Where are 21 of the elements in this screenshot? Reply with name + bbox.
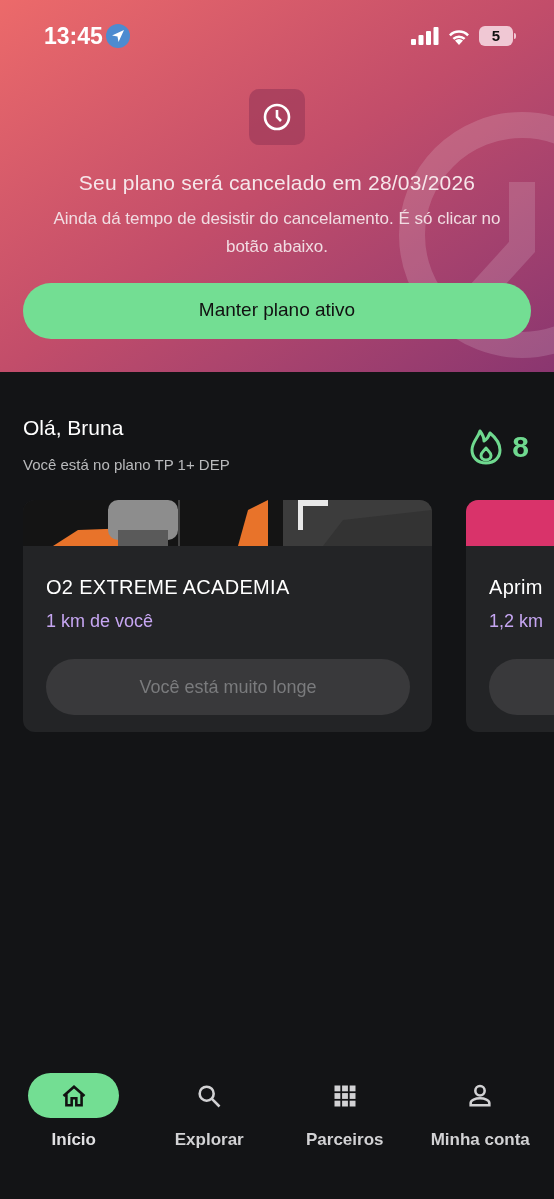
streak-count: 8 <box>512 429 529 465</box>
flame-icon <box>470 428 503 465</box>
gym-distance: 1 km de você <box>46 610 155 633</box>
banner-message: Ainda dá tempo de desistir do cancelamento. É só clicar no botão abaixo. <box>52 207 502 258</box>
keep-plan-button[interactable]: Manter plano ativo <box>23 282 531 339</box>
nav-tab[interactable]: Explorar <box>141 1073 277 1199</box>
battery-icon: 5 <box>479 26 513 46</box>
nav-tab[interactable]: Parceiros <box>277 1073 413 1199</box>
banner-title: Seu plano será cancelado em 28/03/2026 <box>78 170 476 196</box>
gym-name: O2 EXTREME ACADEMIA <box>46 575 291 600</box>
plan-subtitle: Você está no plano TP 1+ DEP <box>23 454 230 475</box>
clock-icon <box>249 89 305 145</box>
gym-name: Aprim <box>489 575 544 600</box>
location-icon <box>105 24 130 48</box>
nav-tab[interactable]: Minha conta <box>412 1073 548 1199</box>
status-time: 13:45 <box>44 21 103 51</box>
wifi-icon <box>447 27 471 45</box>
signal-icon <box>411 27 439 45</box>
gym-distance: 1,2 km <box>489 610 545 633</box>
nav-tab[interactable]: Início <box>6 1073 142 1199</box>
greeting-title: Olá, Bruna <box>23 415 125 441</box>
